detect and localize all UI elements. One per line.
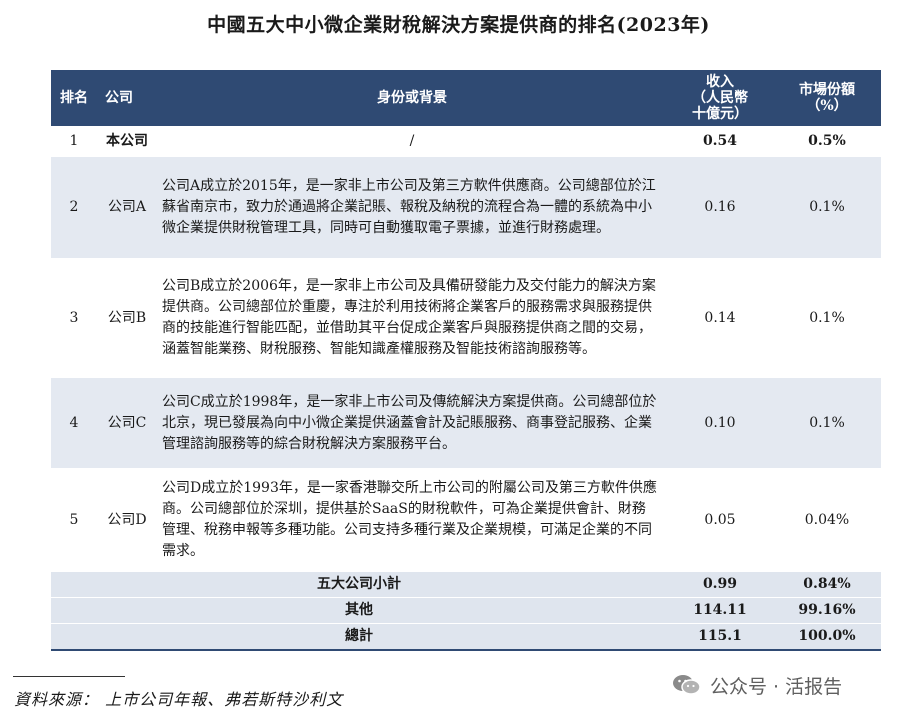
rank-cell: 1 <box>69 133 79 149</box>
source-divider <box>13 676 125 677</box>
wechat-icon <box>673 675 701 695</box>
share-cell: 0.5% <box>808 133 846 149</box>
ranking-table: 排名 公司 身份或背景 收入 （人民幣 十億元） 市場份額 （%） 1 本公司 … <box>51 70 881 651</box>
table-row: 3 公司B 公司B成立於2006年，是一家非上市公司及具備研發能力及交付能力的解… <box>51 258 881 378</box>
table-row: 1 本公司 / 0.54 0.5% <box>51 126 881 157</box>
background-cell: 公司D成立於1993年，是一家香港聯交所上市公司的附屬公司及第三方軟件供應商。公… <box>162 480 657 559</box>
table-row: 2 公司A 公司A成立於2015年，是一家非上市公司及第三方軟件供應商。公司總部… <box>51 157 881 258</box>
total-label: 總計 <box>51 623 667 651</box>
others-row: 其他 114.11 99.16% <box>51 597 881 624</box>
rank-cell: 4 <box>51 378 97 468</box>
company-cell: 公司A <box>97 157 157 258</box>
header-market-share: 市場份額 （%） <box>773 70 881 126</box>
revenue-cell: 0.16 <box>667 157 773 258</box>
background-cell: 公司B成立於2006年，是一家非上市公司及具備研發能力及交付能力的解決方案提供商… <box>162 278 656 357</box>
company-cell: 公司C <box>97 378 157 468</box>
share-cell: 0.1% <box>773 157 881 258</box>
others-revenue: 114.11 <box>667 597 773 624</box>
share-cell: 0.04% <box>804 511 850 528</box>
subtotal-share: 0.84% <box>773 572 881 598</box>
subtotal-row: 五大公司小計 0.99 0.84% <box>51 572 881 598</box>
background-cell: 公司C成立於1998年，是一家非上市公司及傳統解決方案提供商。公司總部位於北京，… <box>157 378 667 468</box>
total-share: 100.0% <box>773 623 881 651</box>
company-cell: 公司D <box>107 511 147 528</box>
revenue-cell: 0.14 <box>704 309 736 326</box>
table-header-row: 排名 公司 身份或背景 收入 （人民幣 十億元） 市場份額 （%） <box>51 70 881 126</box>
page-title: 中國五大中小微企業財稅解決方案提供商的排名(2023年) <box>207 14 710 36</box>
header-company: 公司 <box>97 70 157 126</box>
background-cell: / <box>409 133 415 149</box>
total-row: 總計 115.1 100.0% <box>51 623 881 651</box>
company-cell: 本公司 <box>106 133 148 149</box>
subtotal-label: 五大公司小計 <box>51 572 667 598</box>
rank-cell: 5 <box>69 511 79 528</box>
rank-cell: 2 <box>51 157 97 258</box>
others-label: 其他 <box>51 597 667 624</box>
share-cell: 0.1% <box>773 378 881 468</box>
total-revenue: 115.1 <box>667 623 773 651</box>
source-note: 資料來源： 上市公司年報、弗若斯特沙利文 <box>14 690 344 709</box>
table-row: 4 公司C 公司C成立於1998年，是一家非上市公司及傳統解決方案提供商。公司總… <box>51 378 881 468</box>
background-cell: 公司A成立於2015年，是一家非上市公司及第三方軟件供應商。公司總部位於江蘇省南… <box>157 157 667 258</box>
subtotal-revenue: 0.99 <box>667 572 773 598</box>
revenue-cell: 0.54 <box>702 133 738 149</box>
header-revenue: 收入 （人民幣 十億元） <box>667 70 773 126</box>
watermark: 公众号 · 活报告 <box>672 672 842 698</box>
company-cell: 公司B <box>107 309 147 326</box>
header-rank: 排名 <box>51 70 97 126</box>
watermark-text: 公众号 · 活报告 <box>710 675 843 698</box>
revenue-cell: 0.05 <box>704 511 736 528</box>
others-share: 99.16% <box>773 597 881 624</box>
table-row: 5 公司D 公司D成立於1993年，是一家香港聯交所上市公司的附屬公司及第三方軟… <box>51 468 881 572</box>
revenue-cell: 0.10 <box>667 378 773 468</box>
share-cell: 0.1% <box>809 309 845 326</box>
header-background: 身份或背景 <box>157 70 667 126</box>
rank-cell: 3 <box>69 309 79 326</box>
